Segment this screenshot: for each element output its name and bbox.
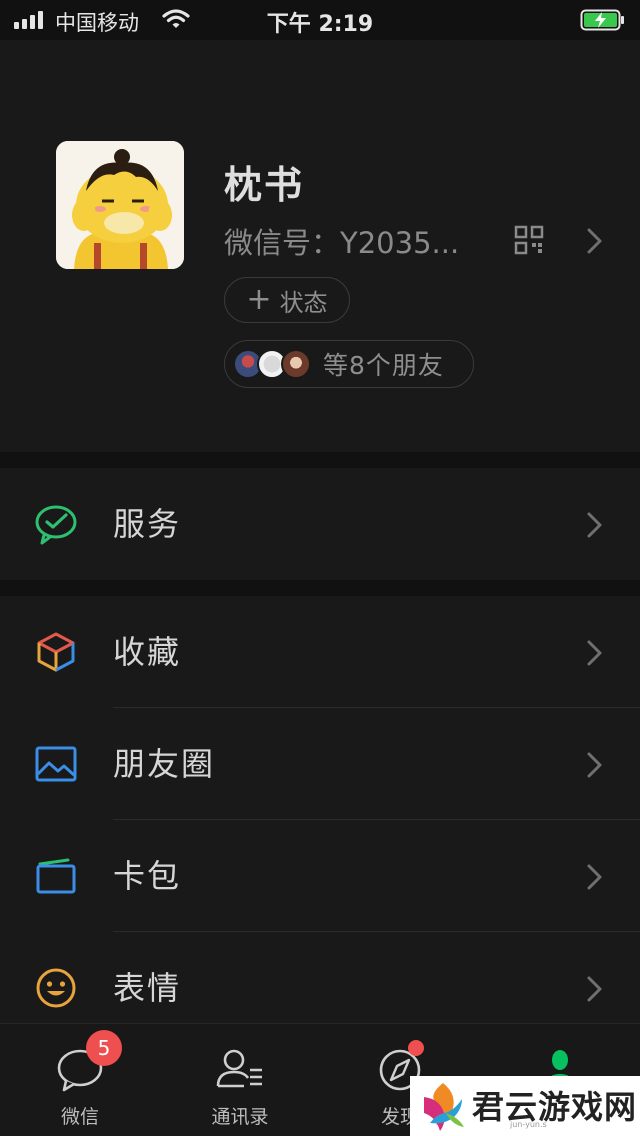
notification-dot <box>408 1040 424 1056</box>
moments-image-icon <box>35 746 77 782</box>
menu-group: 收藏 朋友圈 卡包 表情 <box>0 596 640 1044</box>
battery-charging-icon <box>580 9 624 31</box>
menu-item-cards[interactable]: 卡包 <box>0 820 640 932</box>
watermark: 君云游戏网 jun-yun.s <box>410 1076 640 1136</box>
friend-avatar <box>281 349 311 379</box>
tab-chats[interactable]: 5 微信 <box>0 1024 160 1136</box>
add-status-button[interactable]: + 状态 <box>224 277 350 323</box>
profile-header[interactable]: 枕书 微信号：Y2035... + 状态 等8个朋友 <box>0 40 640 452</box>
wechat-id-value: Y2035... <box>340 226 460 260</box>
favorites-cube-icon <box>37 632 75 672</box>
qr-code-icon[interactable] <box>514 225 544 255</box>
friend-avatars <box>233 349 311 379</box>
menu-item-services[interactable]: 服务 <box>0 468 640 580</box>
unread-badge: 5 <box>86 1030 122 1066</box>
menu-item-favorites[interactable]: 收藏 <box>0 596 640 708</box>
tab-label-chats: 微信 <box>60 1106 99 1128</box>
menu-label-services: 服务 <box>113 505 182 543</box>
wechat-id-row[interactable]: 微信号：Y2035... <box>224 220 459 262</box>
services-group: 服务 <box>0 468 640 580</box>
chevron-right-icon <box>587 512 602 538</box>
watermark-text: 君云游戏网 <box>472 1088 638 1126</box>
nickname: 枕书 <box>224 163 305 207</box>
chevron-right-icon <box>587 976 602 1002</box>
friends-status-pill[interactable]: 等8个朋友 <box>224 340 474 388</box>
chevron-right-icon <box>587 228 602 254</box>
menu-label-cards: 卡包 <box>113 857 182 895</box>
status-label: 状态 <box>279 288 328 317</box>
chevron-right-icon <box>587 864 602 890</box>
menu-item-moments[interactable]: 朋友圈 <box>0 708 640 820</box>
contacts-icon <box>216 1049 262 1088</box>
tab-label-contacts: 通讯录 <box>211 1106 269 1128</box>
chevron-right-icon <box>587 752 602 778</box>
card-wallet-icon <box>36 858 76 894</box>
chevron-right-icon <box>587 640 602 666</box>
avatar[interactable] <box>56 141 184 269</box>
wechat-pay-icon <box>35 505 77 545</box>
menu-label-moments: 朋友圈 <box>113 745 216 783</box>
sticker-smile-icon <box>36 968 76 1008</box>
tab-contacts[interactable]: 通讯录 <box>160 1024 320 1136</box>
watermark-logo-icon <box>424 1083 464 1131</box>
watermark-subtext: jun-yun.s <box>510 1120 547 1129</box>
status-bar: 中国移动 下午 2:19 <box>0 0 640 40</box>
plus-icon: + <box>246 282 272 317</box>
clock: 下午 2:19 <box>266 12 374 37</box>
menu-label-favorites: 收藏 <box>113 633 182 671</box>
friends-count-text: 等8个朋友 <box>323 351 444 380</box>
wechat-id-label: 微信号： <box>224 226 341 260</box>
